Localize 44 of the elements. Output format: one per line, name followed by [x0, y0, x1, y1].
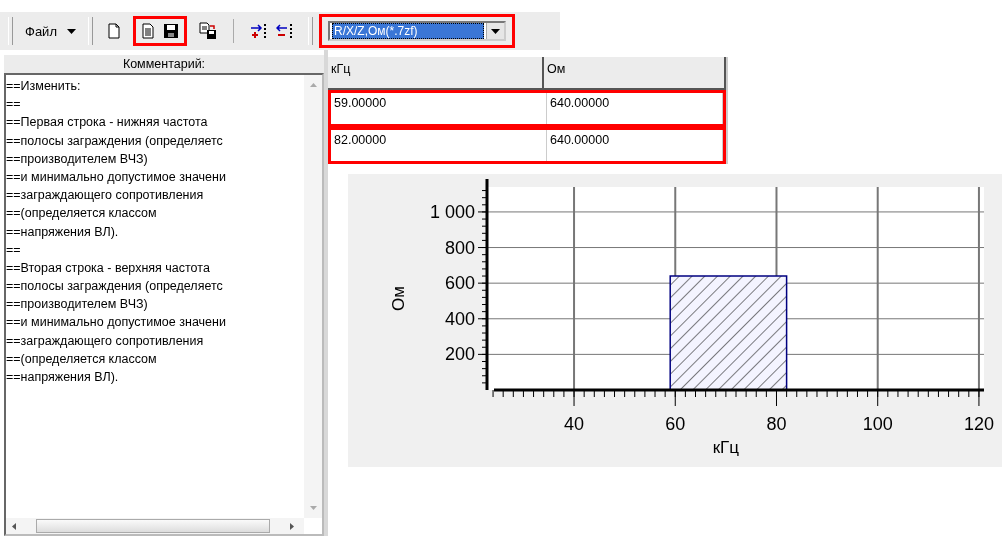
table-cell: 59.00000 [331, 93, 547, 124]
y-tick-label: 400 [444, 308, 475, 329]
comment-line: ==заграждающего сопротивления [6, 187, 205, 205]
comment-line: ==Изменить: [6, 78, 82, 95]
horizontal-scrollbar[interactable] [6, 518, 304, 534]
column-header[interactable]: кГц [328, 57, 544, 88]
comment-line: ==производителем ВЧЗ) [6, 150, 149, 168]
dropdown-arrow-icon [490, 28, 500, 34]
caret-icon [66, 28, 76, 34]
comment-line: ==напряжения ВЛ). [6, 369, 120, 386]
y-tick-label: 800 [444, 237, 475, 258]
x-tick-label: 60 [665, 414, 686, 434]
y-tick-label: 600 [444, 273, 475, 294]
x-tick-label: 40 [564, 414, 585, 434]
x-tick-label: 100 [862, 414, 893, 434]
comment-line: ==Первая строка - нижняя частота [6, 114, 209, 132]
table-cell: 640.00000 [547, 130, 723, 161]
comment-line: ==Вторая строка - верхняя частота [6, 259, 211, 277]
comment-line: ==полосы заграждения (определяетс [6, 278, 224, 296]
scroll-left-icon[interactable] [12, 522, 16, 530]
y-axis-title: Ом [389, 286, 408, 311]
file-menu-button[interactable]: Файл [19, 21, 82, 41]
comment-line: ==и минимально допустимое значени [6, 168, 227, 186]
comment-line: ==заграждающего сопротивления [6, 332, 205, 350]
file-type-dropdown[interactable]: R/X/Z,Ом(*.7zf) [327, 21, 506, 41]
x-tick-label: 80 [766, 414, 787, 434]
comment-text-area[interactable] [4, 73, 324, 536]
comment-header: Комментарий: [4, 55, 324, 73]
comment-line: == [6, 96, 22, 114]
table-cell: 82.00000 [331, 130, 547, 161]
comment-line: ==производителем ВЧЗ) [6, 296, 149, 314]
x-tick-label: 120 [963, 414, 994, 434]
y-tick-label: 200 [444, 344, 475, 365]
comment-line: ==(определяется классом [6, 205, 158, 223]
scroll-right-icon[interactable] [290, 522, 294, 530]
comment-line: ==(определяется классом [6, 350, 158, 368]
comment-line: ==напряжения ВЛ). [6, 223, 120, 241]
column-header[interactable]: Ом [544, 57, 726, 88]
y-tick-label: 1 000 [429, 201, 475, 222]
comment-line: == [6, 241, 22, 259]
comment-line: ==полосы заграждения (определяетс [6, 132, 224, 150]
comment-line: ==и минимально допустимое значени [6, 314, 227, 332]
table-cell: 640.00000 [547, 93, 723, 124]
x-axis-title: кГц [712, 438, 740, 457]
